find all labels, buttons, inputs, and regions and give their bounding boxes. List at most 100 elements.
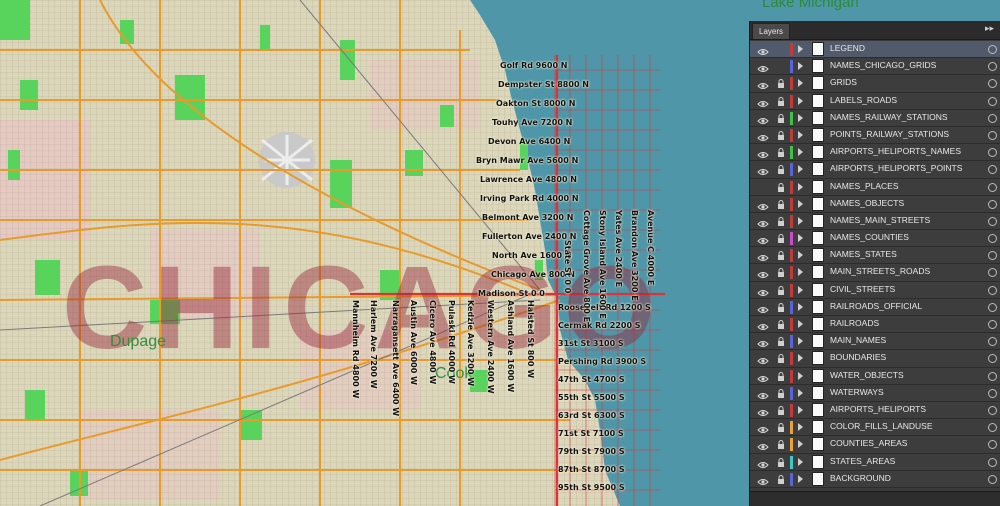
visibility-eye-icon[interactable] — [757, 405, 769, 416]
target-circle-icon[interactable] — [988, 96, 997, 106]
target-circle-icon[interactable] — [988, 234, 997, 244]
lock-icon[interactable] — [776, 77, 786, 89]
expand-arrow-icon[interactable] — [798, 79, 803, 88]
expand-arrow-icon[interactable] — [798, 96, 803, 105]
expand-arrow-icon[interactable] — [798, 62, 803, 71]
lock-icon[interactable] — [776, 146, 786, 158]
layer-row[interactable]: GRIDS — [750, 75, 1000, 93]
lock-icon[interactable] — [776, 387, 786, 399]
visibility-eye-icon[interactable] — [757, 233, 769, 245]
layer-name[interactable]: RAILROADS_OFFICIAL — [830, 301, 922, 311]
layer-name[interactable]: POINTS_RAILWAY_STATIONS — [830, 129, 949, 139]
visibility-eye-icon[interactable] — [757, 147, 769, 159]
visibility-eye-icon[interactable] — [757, 371, 769, 382]
layer-name[interactable]: WATERWAYS — [830, 387, 884, 397]
expand-arrow-icon[interactable] — [798, 440, 803, 449]
target-circle-icon[interactable] — [988, 405, 997, 415]
layer-row[interactable]: NAMES_RAILWAY_STATIONS — [750, 109, 1000, 127]
visibility-eye-icon[interactable] — [757, 302, 769, 313]
layer-name[interactable]: CIVIL_STREETS — [830, 284, 895, 294]
layer-name[interactable]: STATES_AREAS — [830, 456, 895, 466]
expand-arrow-icon[interactable] — [798, 268, 803, 277]
layer-name[interactable]: GRIDS — [830, 77, 857, 87]
visibility-eye-icon[interactable] — [757, 250, 769, 262]
expand-arrow-icon[interactable] — [798, 457, 803, 466]
target-circle-icon[interactable] — [988, 216, 997, 226]
target-circle-icon[interactable] — [988, 45, 997, 54]
layer-name[interactable]: NAMES_OBJECTS — [830, 198, 904, 208]
expand-arrow-icon[interactable] — [798, 251, 803, 260]
lock-icon[interactable] — [776, 43, 786, 55]
layer-name[interactable]: NAMES_STATES — [830, 249, 897, 259]
layer-row[interactable]: NAMES_OBJECTS — [750, 195, 1000, 213]
visibility-eye-icon[interactable] — [757, 353, 769, 365]
expand-arrow-icon[interactable] — [798, 423, 803, 432]
layer-row[interactable]: COLOR_FILLS_LANDUSE — [750, 419, 1000, 437]
layer-row[interactable]: WATER_OBJECTS — [750, 367, 1000, 385]
target-circle-icon[interactable] — [988, 423, 997, 433]
visibility-eye-icon[interactable] — [757, 474, 769, 485]
layer-name[interactable]: LABELS_ROADS — [830, 95, 897, 105]
lock-icon[interactable] — [776, 370, 786, 382]
lock-icon[interactable] — [776, 421, 786, 433]
layer-name[interactable]: BACKGROUND — [830, 473, 891, 483]
lock-icon[interactable] — [776, 60, 786, 72]
lock-icon[interactable] — [776, 198, 786, 210]
visibility-eye-icon[interactable] — [757, 216, 769, 227]
expand-arrow-icon[interactable] — [798, 199, 803, 208]
visibility-eye-icon[interactable] — [757, 61, 769, 73]
visibility-eye-icon[interactable] — [757, 44, 769, 55]
lock-icon[interactable] — [776, 181, 786, 193]
expand-arrow-icon[interactable] — [798, 234, 803, 243]
layer-row[interactable]: NAMES_MAIN_STREETS — [750, 212, 1000, 231]
layer-name[interactable]: NAMES_MAIN_STREETS — [830, 215, 930, 225]
layer-row[interactable]: COUNTIES_AREAS — [750, 436, 1000, 454]
lock-icon[interactable] — [776, 284, 786, 296]
visibility-eye-icon[interactable] — [757, 457, 769, 468]
target-circle-icon[interactable] — [988, 457, 997, 467]
layer-row[interactable]: NAMES_PLACES — [750, 178, 1000, 196]
expand-arrow-icon[interactable] — [798, 182, 803, 191]
panel-menu-icon[interactable]: ▸▸ — [985, 23, 994, 34]
lock-icon[interactable] — [776, 335, 786, 347]
lock-icon[interactable] — [776, 112, 786, 124]
lock-icon[interactable] — [776, 249, 786, 261]
visibility-eye-icon[interactable] — [757, 182, 769, 192]
layer-name[interactable]: AIRPORTS_HELIPORTS_POINTS — [830, 163, 962, 173]
lock-icon[interactable] — [776, 318, 786, 330]
expand-arrow-icon[interactable] — [798, 165, 803, 174]
lock-icon[interactable] — [776, 352, 786, 364]
target-circle-icon[interactable] — [988, 79, 997, 89]
expand-arrow-icon[interactable] — [798, 371, 803, 380]
lock-icon[interactable] — [776, 232, 786, 244]
target-circle-icon[interactable] — [988, 337, 997, 347]
target-circle-icon[interactable] — [988, 371, 997, 381]
layer-name[interactable]: LEGEND — [830, 43, 865, 53]
lock-icon[interactable] — [776, 301, 786, 313]
lock-icon[interactable] — [776, 473, 786, 485]
layer-row[interactable]: BACKGROUND — [750, 470, 1000, 488]
lock-icon[interactable] — [776, 95, 786, 107]
lock-icon[interactable] — [776, 438, 786, 450]
target-circle-icon[interactable] — [988, 199, 997, 209]
visibility-eye-icon[interactable] — [757, 199, 769, 210]
visibility-eye-icon[interactable] — [757, 113, 769, 124]
visibility-eye-icon[interactable] — [757, 267, 769, 279]
target-circle-icon[interactable] — [988, 251, 997, 261]
expand-arrow-icon[interactable] — [798, 354, 803, 363]
lock-icon[interactable] — [776, 129, 786, 141]
visibility-eye-icon[interactable] — [757, 78, 769, 90]
layer-row[interactable]: LABELS_ROADS — [750, 92, 1000, 110]
layer-name[interactable]: WATER_OBJECTS — [830, 370, 904, 380]
layer-row[interactable]: AIRPORTS_HELIPORTS_NAMES — [750, 144, 1000, 162]
lock-icon[interactable] — [776, 456, 786, 468]
layer-name[interactable]: MAIN_NAMES — [830, 335, 886, 345]
layer-row[interactable]: LEGEND — [750, 41, 1000, 59]
target-circle-icon[interactable] — [988, 148, 997, 158]
expand-arrow-icon[interactable] — [798, 405, 803, 414]
target-circle-icon[interactable] — [988, 130, 997, 140]
layer-row[interactable]: AIRPORTS_HELIPORTS_POINTS — [750, 161, 1000, 179]
visibility-eye-icon[interactable] — [757, 319, 769, 330]
visibility-eye-icon[interactable] — [757, 285, 769, 296]
target-circle-icon[interactable] — [988, 268, 997, 278]
